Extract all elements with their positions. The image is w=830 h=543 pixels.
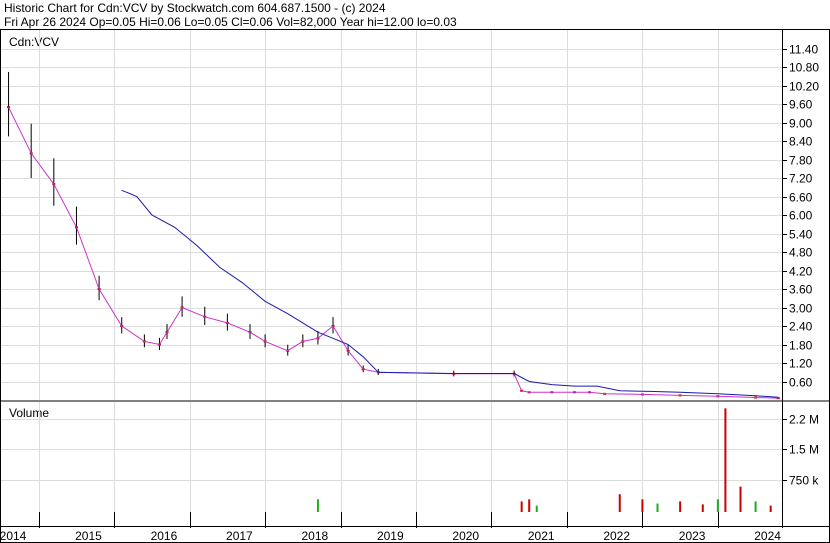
- volume-bar: [641, 499, 644, 512]
- volume-bar: [716, 499, 719, 512]
- price-tick-label: 7.80: [789, 154, 813, 168]
- volume-tick-label: 2.2 M: [789, 413, 819, 427]
- chart-canvas: 11.40 10.80 10.20 9.60 9.00 8.40 7.80 7.20 6.60 6…: [0, 29, 830, 543]
- year-label: 2024: [754, 529, 781, 543]
- price-tick-label: 8.40: [789, 135, 813, 149]
- year-label: 2020: [452, 529, 479, 543]
- year-label: 2018: [301, 529, 328, 543]
- chart-frame: [0, 29, 830, 543]
- volume-bar: [656, 503, 659, 512]
- year-label: 2014: [0, 529, 27, 543]
- price-tick-label: 3.00: [789, 302, 813, 316]
- volume-bar: [679, 501, 682, 512]
- volume-bar: [520, 501, 523, 512]
- year-label: 2016: [151, 529, 178, 543]
- volume-bar: [739, 486, 742, 512]
- price-tick-label: 9.60: [789, 98, 813, 112]
- year-label: 2021: [528, 529, 555, 543]
- price-tick-label: 7.20: [789, 172, 813, 186]
- volume-bar: [535, 505, 538, 512]
- price-tick-label: 0.60: [789, 376, 813, 390]
- year-label: 2015: [75, 529, 102, 543]
- year-label: 2023: [679, 529, 706, 543]
- price-tick-label: 10.20: [789, 80, 819, 94]
- stock-chart: Historic Chart for Cdn:VCV by Stockwatch…: [0, 0, 830, 543]
- moving-average-long-line: [121, 189, 779, 398]
- volume-bar: [769, 505, 772, 512]
- price-tick-label: 11.40: [789, 43, 818, 57]
- volume-tick-label: 1.5 M: [789, 443, 819, 457]
- price-tick-label: 6.60: [789, 191, 813, 205]
- year-label: 2022: [603, 529, 630, 543]
- volume-tick-label: 750 k: [789, 474, 819, 488]
- price-tick-label: 2.40: [789, 320, 813, 334]
- volume-bar: [701, 504, 704, 512]
- price-tick-label: 5.40: [789, 228, 813, 242]
- price-tick-label: 9.00: [789, 117, 813, 131]
- price-tick-label: 10.80: [789, 61, 819, 75]
- price-tick-label: 4.20: [789, 265, 813, 279]
- volume-bar: [754, 501, 757, 512]
- volume-bar: [528, 499, 531, 512]
- volume-bar: [316, 499, 319, 512]
- price-tick-label: 1.80: [789, 339, 813, 353]
- volume-bar: [618, 494, 621, 512]
- price-tick-label: 6.00: [789, 209, 813, 223]
- year-label: 2019: [377, 529, 404, 543]
- volume-bar: [724, 408, 727, 512]
- year-label: 2017: [226, 529, 253, 543]
- price-tick-label: 3.60: [789, 283, 813, 297]
- price-tick-label: 1.20: [789, 357, 813, 371]
- price-tick-label: 4.80: [789, 246, 813, 260]
